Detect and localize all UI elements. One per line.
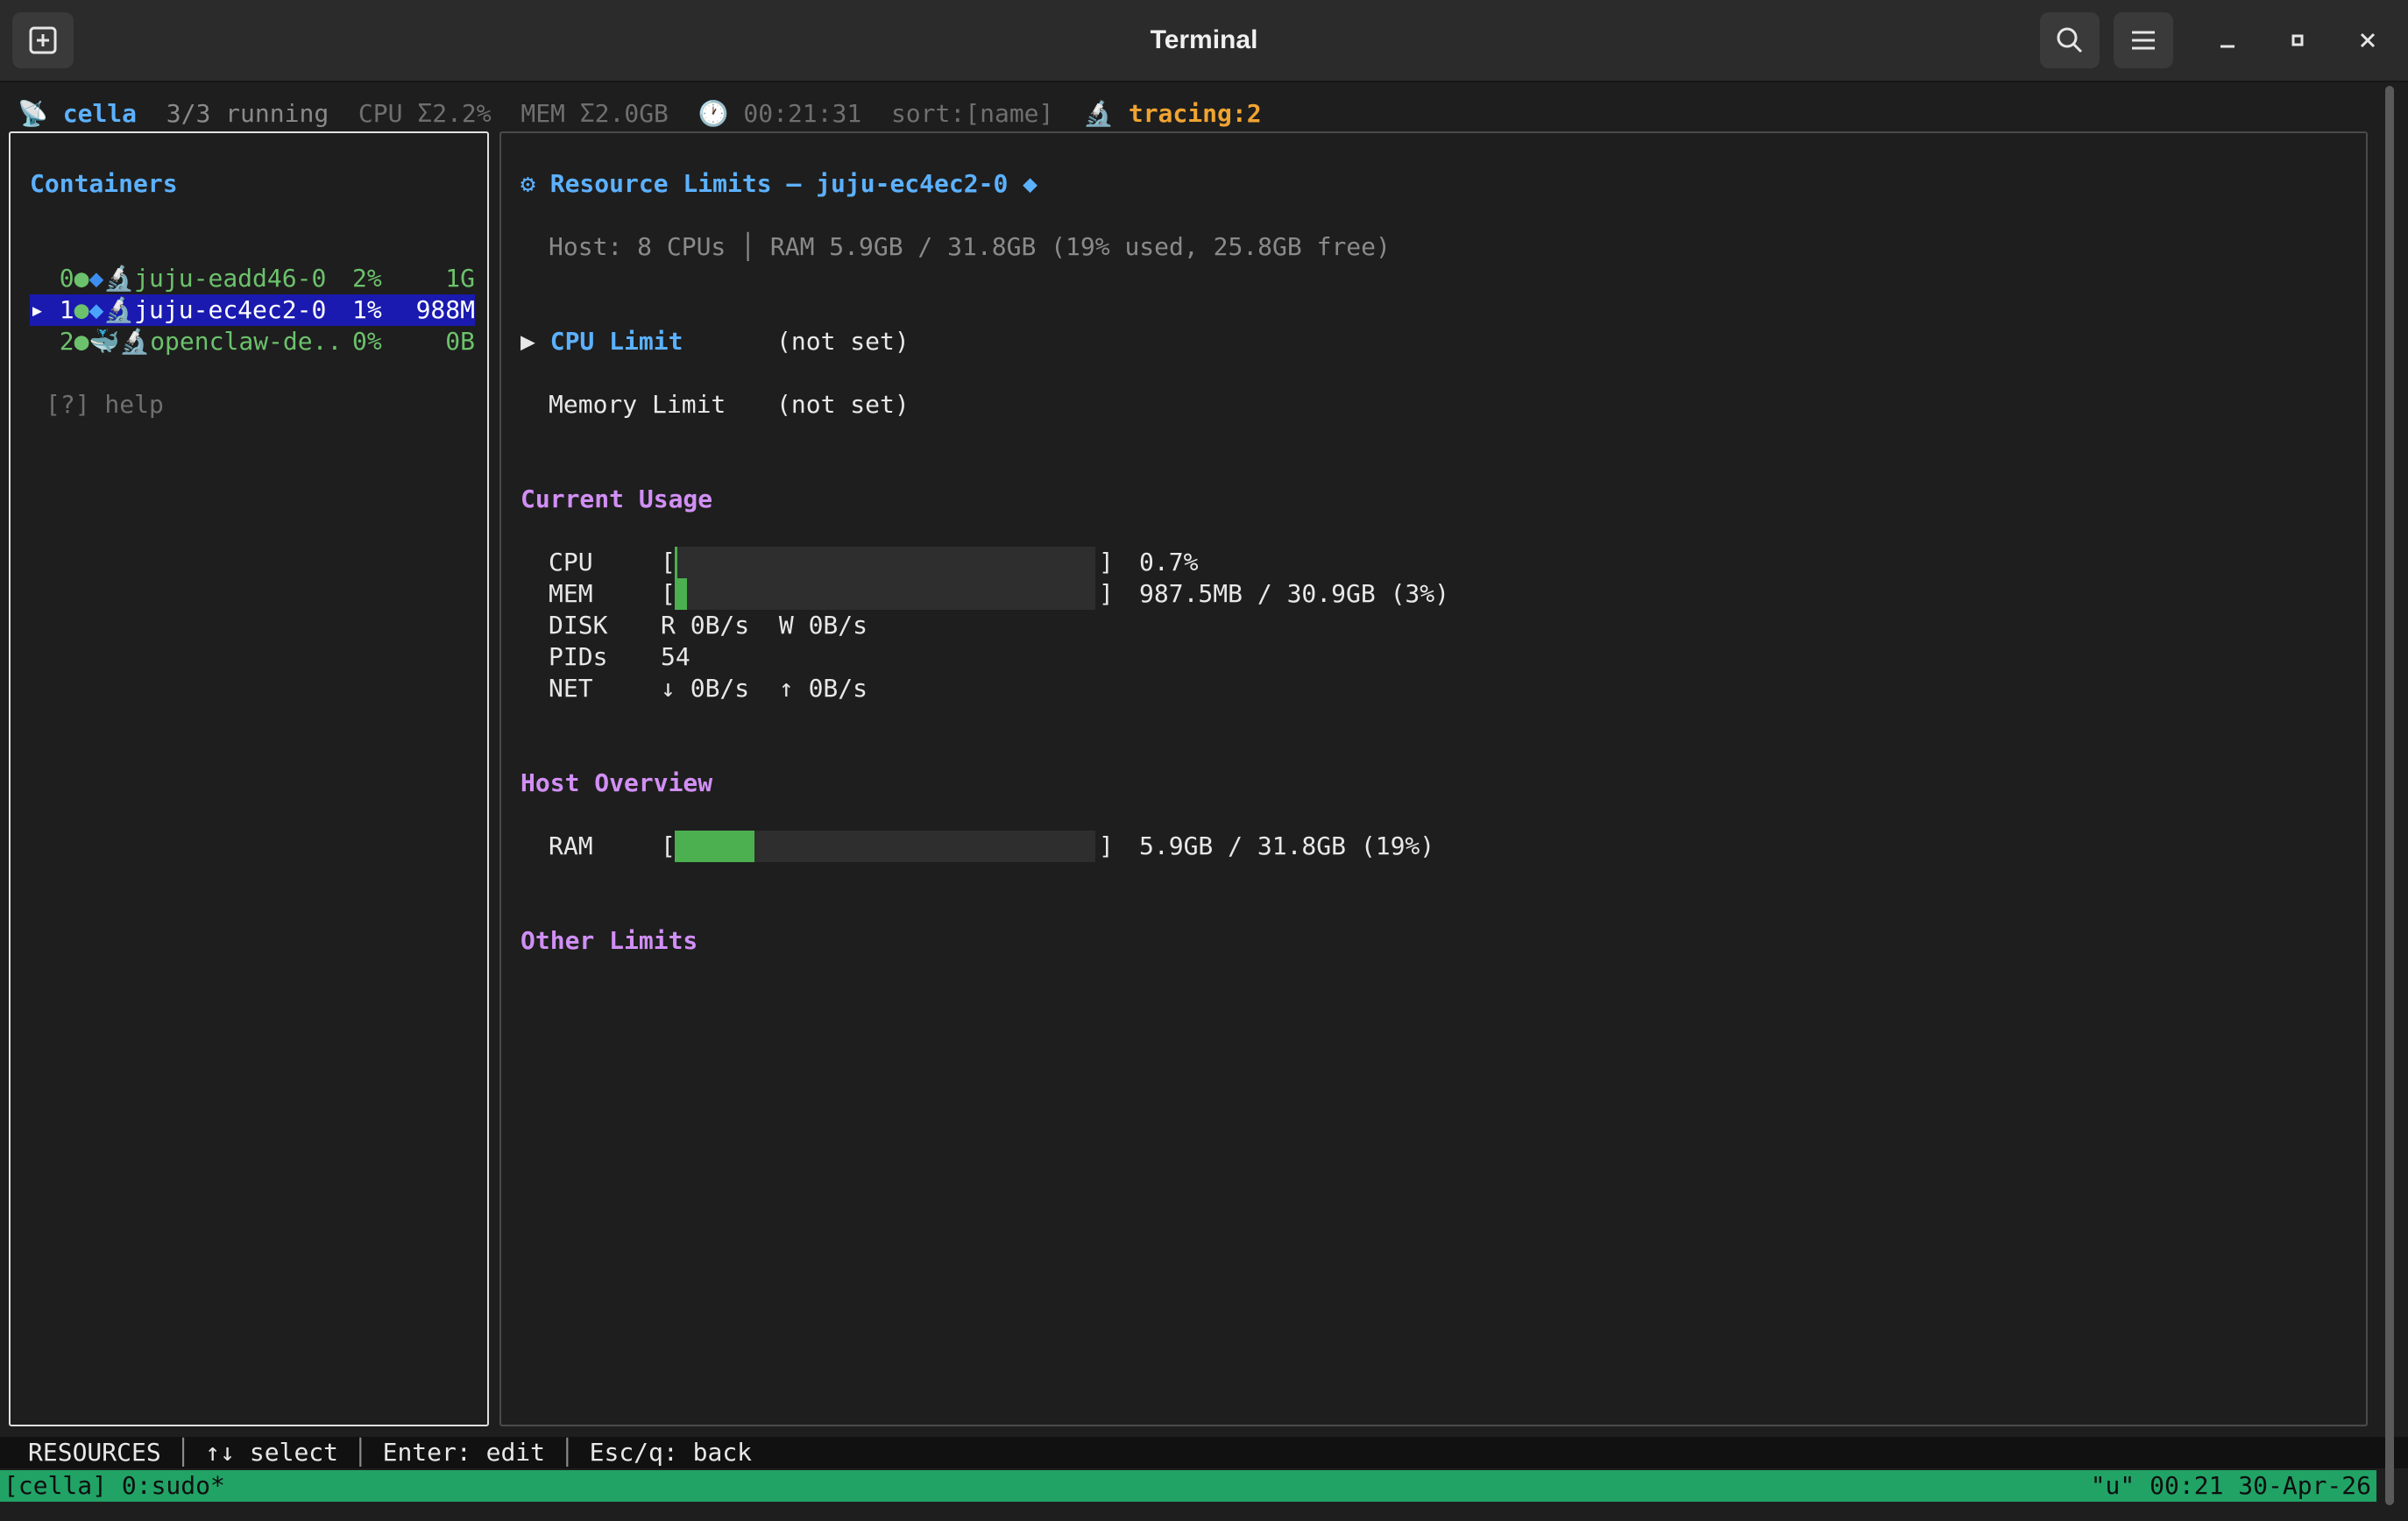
container-row[interactable]: 0●◆🔬juju-eadd46-0 2% 1G xyxy=(30,263,475,294)
menu-button[interactable] xyxy=(2114,12,2173,68)
containers-title: Containers xyxy=(30,169,178,198)
limit-row-cpu[interactable]: ▶ CPU Limit xyxy=(521,326,683,357)
pids-value: 54 xyxy=(661,642,691,671)
bar-bracket-open: [ xyxy=(661,831,676,860)
bar-bracket-open: [ xyxy=(661,579,676,608)
mem-usage-label: MEM xyxy=(549,579,593,608)
scrollbar[interactable] xyxy=(2385,86,2394,1505)
close-icon xyxy=(2360,32,2376,48)
app-name: cella xyxy=(62,99,138,128)
search-button[interactable] xyxy=(2040,12,2100,68)
container-cpu: 0% xyxy=(352,327,382,356)
microscope-icon: 🔬 xyxy=(1083,99,1114,128)
memory-limit-value: (not set) xyxy=(776,390,910,419)
mem-usage-value: 987.5MB / 30.9GB (3%) xyxy=(1139,579,1450,608)
container-name: juju-eadd46-0 xyxy=(134,264,327,293)
ram-usage-bar xyxy=(675,831,1095,862)
status-dot-icon: ● xyxy=(74,327,89,356)
tracing-count: tracing:2 xyxy=(1128,99,1262,128)
host-info: Host: 8 CPUs │ RAM 5.9GB / 31.8GB (19% u… xyxy=(549,232,1391,261)
host-overview-heading: Host Overview xyxy=(521,768,713,797)
disk-usage-label: DISK xyxy=(549,611,608,640)
cpu-usage-value: 0.7% xyxy=(1139,548,1199,577)
containers-panel: Containers 0●◆🔬juju-eadd46-0 2% 1G ▸ 1●◆🔬j… xyxy=(9,131,489,1426)
resource-limits-panel: ⚙ Resource Limits — juju-ec4ec2-0 ◆ Host… xyxy=(499,131,2368,1426)
selection-arrow-icon: ▶ xyxy=(521,327,550,356)
cpu-usage-label: CPU xyxy=(549,548,593,577)
tracing-microscope-icon: 🔬 xyxy=(119,327,151,356)
cpu-total: CPU Σ2.2% xyxy=(358,99,492,128)
tmux-status-bar: [cella] 0:sudo* "u" 00:21 30-Apr-26 xyxy=(0,1470,2376,1502)
bar-bracket-close: ] xyxy=(1099,831,1114,860)
back-hint: Esc/q: back xyxy=(589,1438,753,1467)
current-usage-heading: Current Usage xyxy=(521,485,713,513)
sort-mode: sort:[name] xyxy=(890,99,1054,128)
status-line: 📡 cella 3/3 running CPU Σ2.2% MEM Σ2.0GB… xyxy=(18,98,1262,130)
mem-usage-bar xyxy=(675,578,1095,610)
container-cpu: 1% xyxy=(352,295,382,324)
maximize-icon xyxy=(2291,34,2304,46)
container-mem: 0B xyxy=(445,327,475,356)
minimize-button[interactable] xyxy=(2198,12,2257,68)
maximize-button[interactable] xyxy=(2268,12,2327,68)
edit-hint: Enter: edit xyxy=(382,1438,546,1467)
bar-bracket-open: [ xyxy=(661,548,676,577)
container-row-selected[interactable]: ▸ 1●◆🔬juju-ec4ec2-0 1% 988M xyxy=(30,294,475,326)
disk-usage-value: R 0B/s W 0B/s xyxy=(661,611,868,640)
net-usage-label: NET xyxy=(549,674,593,703)
cpu-usage-bar xyxy=(675,547,1095,578)
keybinding-hint-bar: RESOURCES │ ↑↓ select │ Enter: edit │ Es… xyxy=(0,1437,2408,1468)
container-mem: 988M xyxy=(415,295,475,324)
status-dot-icon: ● xyxy=(74,295,89,324)
clock-icon: 🕐 xyxy=(698,99,729,128)
container-name: juju-ec4ec2-0 xyxy=(134,295,327,324)
other-limits-heading: Other Limits xyxy=(521,926,698,955)
ram-usage-bar-fill xyxy=(675,831,754,862)
container-cpu: 2% xyxy=(352,264,382,293)
pids-label: PIDs xyxy=(549,642,608,671)
running-count: 3/3 running xyxy=(166,99,329,128)
container-mem: 1G xyxy=(445,264,475,293)
net-usage-value: ↓ 0B/s ↑ 0B/s xyxy=(661,674,868,703)
hint-bar-text: RESOURCES │ ↑↓ select │ Enter: edit │ Es… xyxy=(28,1438,753,1467)
tmux-session[interactable]: [cella] 0:sudo* xyxy=(4,1470,225,1502)
bar-bracket-close: ] xyxy=(1099,579,1114,608)
resource-limits-title: ⚙ Resource Limits — juju-ec4ec2-0 ◆ xyxy=(521,169,1038,198)
title-bar: Terminal xyxy=(0,0,2408,82)
lxd-diamond-icon: ◆ xyxy=(89,295,104,324)
mem-total: MEM Σ2.0GB xyxy=(521,99,669,128)
bar-bracket-close: ] xyxy=(1099,548,1114,577)
menu-icon xyxy=(2132,31,2155,50)
cpu-limit-value: (not set) xyxy=(776,327,910,356)
lxd-diamond-icon: ◆ xyxy=(89,264,104,293)
tmux-clock: "u" 00:21 30-Apr-26 xyxy=(2090,1471,2371,1500)
gear-icon: ⚙ xyxy=(521,169,535,198)
search-icon xyxy=(2057,27,2083,53)
lxd-diamond-icon: ◆ xyxy=(1023,169,1038,198)
mode-label: RESOURCES xyxy=(28,1438,161,1467)
ram-label: RAM xyxy=(549,831,593,860)
mem-usage-bar-fill xyxy=(675,578,687,610)
uptime: 00:21:31 xyxy=(743,99,862,128)
tracing-microscope-icon: 🔬 xyxy=(103,295,135,324)
container-row[interactable]: 2●🐳🔬openclaw-de.. 0% 0B xyxy=(30,326,475,357)
cpu-limit-label: CPU Limit xyxy=(549,327,683,356)
close-button[interactable] xyxy=(2338,12,2397,68)
docker-whale-icon: 🐳 xyxy=(89,327,120,356)
minimize-icon xyxy=(2220,45,2234,48)
select-hint: ↑↓ select xyxy=(205,1438,339,1467)
ram-usage-value: 5.9GB / 31.8GB (19%) xyxy=(1139,831,1435,860)
tracing-microscope-icon: 🔬 xyxy=(103,264,135,293)
antenna-icon: 📡 xyxy=(18,99,48,128)
cpu-usage-bar-fill xyxy=(675,547,677,578)
memory-limit-label[interactable]: Memory Limit xyxy=(549,389,726,421)
container-name: openclaw-de.. xyxy=(150,327,343,356)
status-dot-icon: ● xyxy=(74,264,89,293)
selection-arrow-icon: ▸ xyxy=(30,295,60,324)
help-hint[interactable]: [?] help xyxy=(46,389,164,421)
terminal-content[interactable]: 📡 cella 3/3 running CPU Σ2.2% MEM Σ2.0GB… xyxy=(0,82,2408,1521)
